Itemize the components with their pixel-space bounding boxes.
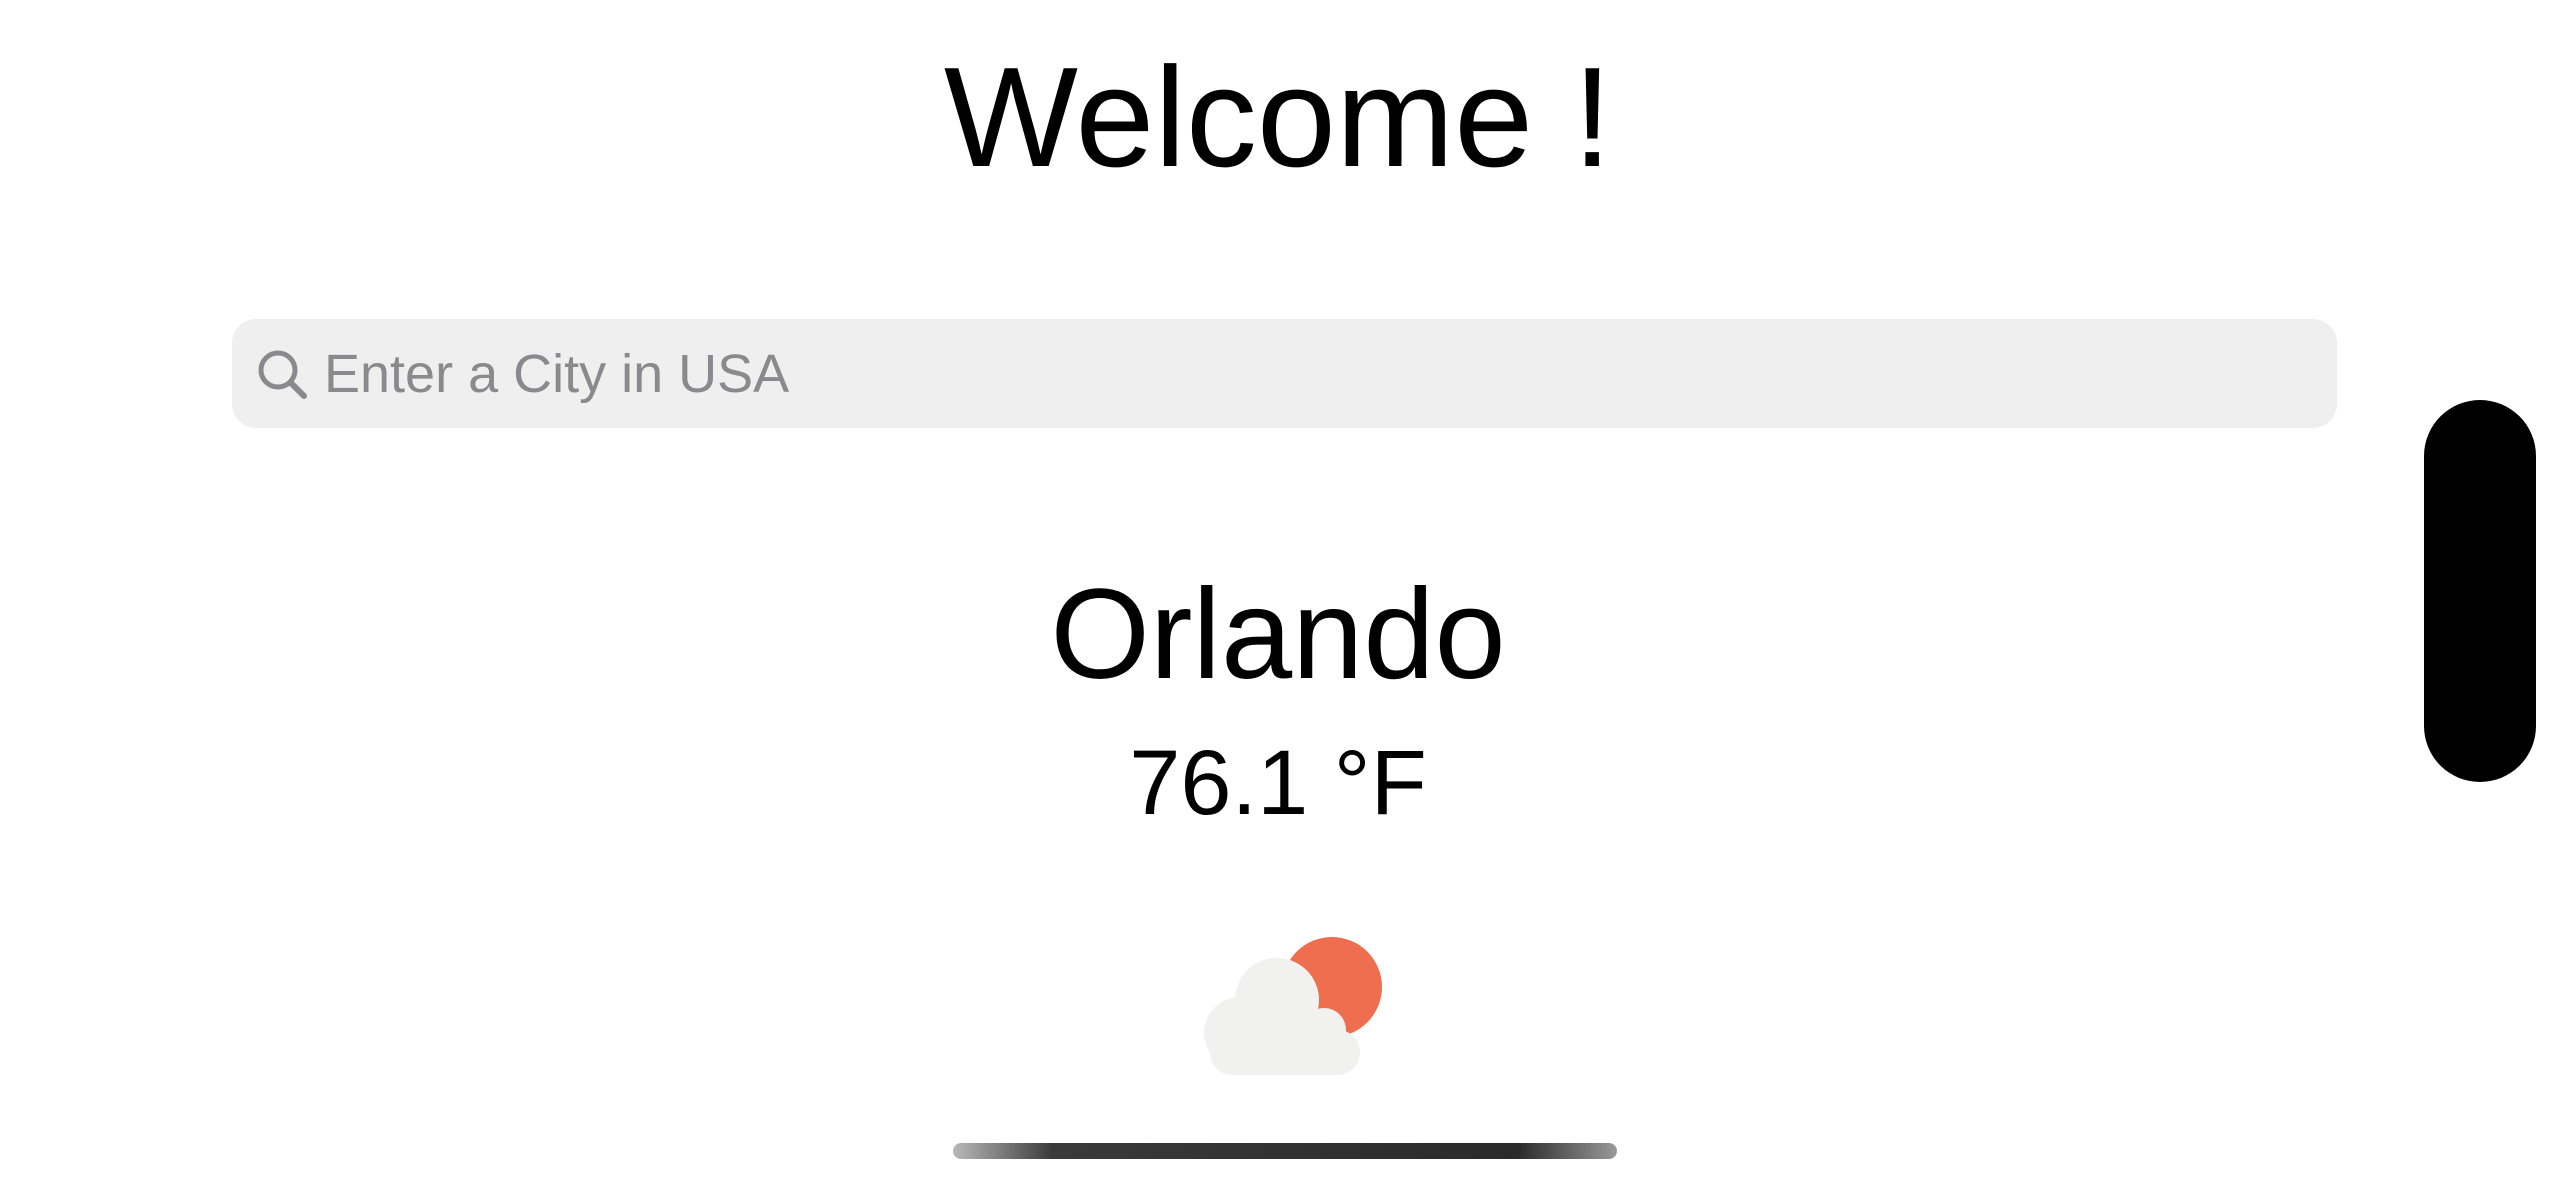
search-input[interactable] (324, 319, 2304, 428)
partly-cloudy-icon (1204, 937, 1382, 1075)
home-indicator[interactable] (953, 1143, 1617, 1159)
page-title: Welcome ! (943, 38, 1613, 197)
app-screen: Welcome ! Orlando 76.1 °F (0, 0, 2556, 1179)
search-bar[interactable] (232, 319, 2337, 428)
device-camera-cutout (2424, 400, 2536, 782)
temperature-value: 76.1 °F (1129, 732, 1427, 834)
search-icon (258, 350, 307, 399)
city-name: Orlando (1050, 563, 1506, 706)
